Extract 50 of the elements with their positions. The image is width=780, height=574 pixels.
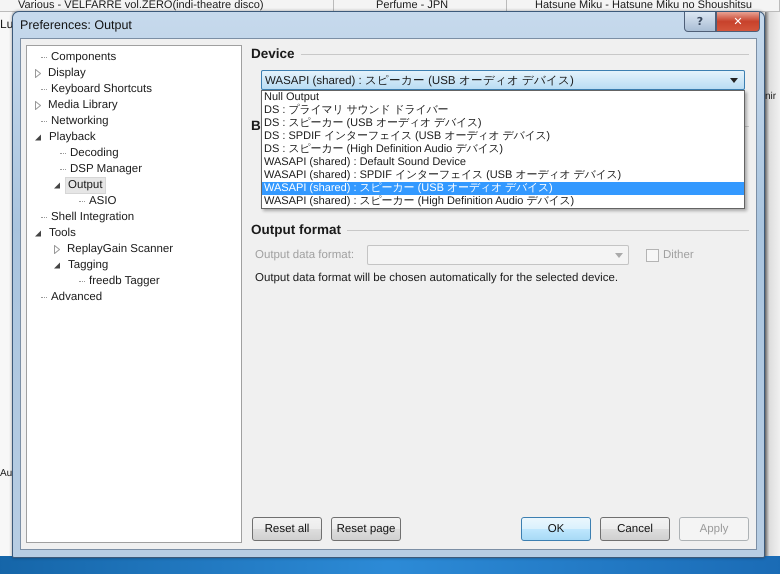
expanded-triangle-icon[interactable]	[54, 182, 61, 188]
dropdown-option[interactable]: DS : スピーカー (USB オーディオ デバイス)	[262, 117, 744, 130]
dialog-button[interactable]: Reset all	[252, 517, 322, 541]
caret-icon	[730, 78, 738, 82]
expanded-triangle-icon[interactable]	[35, 134, 42, 140]
window-title: Preferences: Output	[20, 18, 132, 32]
tree-item[interactable]: Networking	[48, 112, 112, 130]
dropdown-option[interactable]: DS : プライマリ サウンド ドライバー	[262, 104, 744, 117]
dropdown-option[interactable]: DS : SPDIF インターフェイス (USB オーディオ デバイス)	[262, 130, 744, 143]
playlist-cell-text: nir	[765, 90, 778, 104]
tree-item[interactable]: Display	[45, 64, 89, 82]
dialog-button[interactable]: OK	[521, 517, 591, 541]
tree-item[interactable]: Output	[65, 176, 106, 194]
field-label: Output data format:	[255, 249, 356, 261]
info-text: Output data format will be chosen automatically for the selected device.	[255, 272, 620, 284]
collapsed-triangle-icon[interactable]	[35, 68, 41, 78]
tree-item[interactable]: Media Library	[45, 96, 121, 114]
caret-icon	[615, 252, 623, 258]
dropdown-option[interactable]: WASAPI (shared) : SPDIF インターフェイス (USB オーディオ デバイス)	[262, 169, 744, 182]
dropdown-option[interactable]: DS : スピーカー (High Definition Audio デバイス)	[262, 143, 744, 156]
tree-item[interactable]: Components	[48, 48, 120, 66]
dialog-button[interactable]: Cancel	[600, 517, 670, 541]
format-dropdown[interactable]	[367, 245, 629, 265]
tree-item[interactable]: Tools	[46, 224, 79, 242]
tree-item[interactable]: Playback	[46, 128, 99, 146]
tree-item[interactable]: Shell Integration	[48, 208, 138, 226]
tree-item[interactable]: Keyboard Shortcuts	[48, 80, 156, 98]
collapsed-triangle-icon[interactable]	[54, 244, 60, 254]
group-heading: Output format	[251, 222, 341, 237]
tree-item[interactable]: ReplayGain Scanner	[64, 240, 176, 258]
tree-item[interactable]: ASIO	[86, 192, 120, 210]
group-heading: Device	[251, 46, 295, 61]
tree-item[interactable]: freedb Tagger	[86, 272, 163, 290]
dropdown-option[interactable]: Null Output	[262, 91, 744, 104]
expanded-triangle-icon[interactable]	[54, 262, 61, 268]
tree-item[interactable]: Advanced	[48, 288, 106, 306]
tree-item[interactable]: DSP Manager	[67, 160, 146, 178]
dropdown-option[interactable]: WASAPI (shared) : スピーカー (High Definition Audio デバイス)	[262, 195, 744, 208]
expanded-triangle-icon[interactable]	[35, 230, 42, 236]
group-heading: B	[251, 118, 261, 133]
help-button[interactable]: ?	[684, 12, 716, 32]
collapsed-triangle-icon[interactable]	[35, 100, 41, 110]
tree-item[interactable]: Decoding	[67, 144, 122, 162]
tree-item[interactable]: Tagging	[65, 256, 112, 274]
device-dropdown[interactable]: WASAPI (shared) : スピーカー (USB オーディオ デバイス)	[261, 70, 745, 90]
playlist-cell: Au	[0, 467, 12, 481]
checkbox-label: Dither	[663, 249, 694, 261]
close-button[interactable]: ✕	[716, 12, 760, 32]
dropdown-option[interactable]: WASAPI (shared) : Default Sound Device	[262, 156, 744, 169]
dialog-button[interactable]: Reset page	[331, 517, 401, 541]
